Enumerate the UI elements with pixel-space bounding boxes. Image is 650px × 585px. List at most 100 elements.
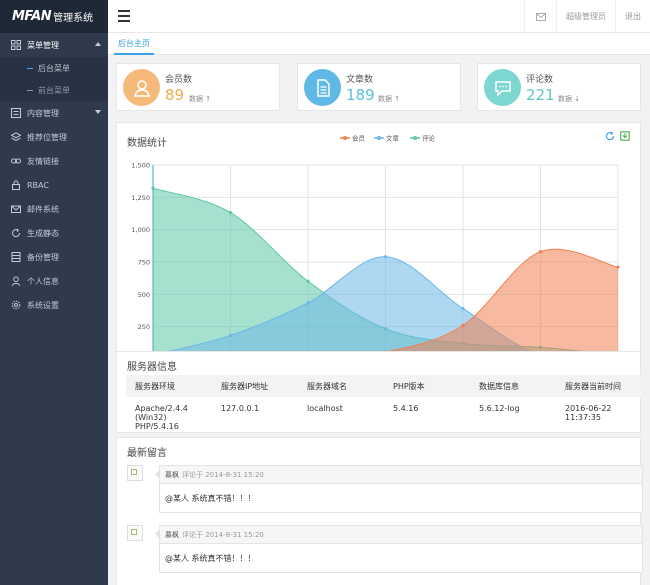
stat-sub: 数据 ↑ — [378, 95, 401, 103]
stat-label: 文章数 — [346, 75, 374, 85]
stat-sub-label: 数据 — [558, 95, 572, 103]
messages-title: 最新留言 — [127, 448, 167, 459]
sidebar-item-static[interactable]: 生成静态 — [0, 221, 108, 245]
sidebar-item-label: 生成静态 — [27, 228, 59, 238]
sidebar-item-menu[interactable]: 菜单管理 — [0, 33, 108, 57]
sidebar-item-label: 系统设置 — [27, 300, 59, 310]
server-info-title: 服务器信息 — [127, 362, 177, 373]
table-cell: Apache/2.4.4 (Win32) PHP/5.4.16 — [135, 404, 188, 431]
list-item: 慕枫 评论于 2014-8-31 15:20 @某人 系统真不错！！！ — [127, 525, 643, 573]
grid-icon — [10, 39, 22, 51]
message-author[interactable]: 慕枫 — [165, 531, 179, 539]
stat-label: 评论数 — [526, 75, 554, 85]
stat-value: 89 — [165, 86, 185, 104]
message-time: 评论于 2014-8-31 15:20 — [182, 471, 264, 479]
message-text: @某人 系统真不错！！！ — [165, 494, 256, 503]
data-point — [228, 333, 233, 338]
avatar — [127, 525, 143, 541]
chart-toolbox — [605, 131, 630, 141]
logout-button[interactable]: 退出 — [615, 0, 650, 33]
table-header-cell: 服务器环境 — [135, 381, 175, 391]
hamburger-menu-icon[interactable] — [118, 10, 130, 22]
sidebar-nav: 菜单管理 后台菜单 前台菜单 内容管理 推荐位管理 友情链接 RBAC 邮件系统… — [0, 33, 108, 317]
sidebar-subitem-backend-menu[interactable]: 后台菜单 — [0, 57, 108, 79]
data-point — [538, 250, 543, 254]
legend-marker — [377, 136, 381, 140]
stat-card-members: 会员数 89 数据 ↑ — [116, 63, 280, 111]
brand[interactable]: MFAN 管理系统 — [0, 0, 108, 33]
message-author[interactable]: 慕枫 — [165, 471, 179, 479]
sidebar-item-links[interactable]: 友情链接 — [0, 149, 108, 173]
brand-logo: MFAN — [12, 9, 52, 24]
table-header-cell: 服务器域名 — [307, 381, 347, 391]
table-cell: localhost — [307, 404, 343, 413]
sidebar-item-mail[interactable]: 邮件系统 — [0, 197, 108, 221]
y-tick-label: 1,250 — [131, 194, 150, 202]
database-icon — [10, 251, 22, 263]
y-tick-label: 750 — [138, 259, 150, 267]
list-icon — [10, 107, 22, 119]
y-tick-label: 1,500 — [131, 162, 150, 170]
sidebar-item-label: 邮件系统 — [27, 204, 59, 214]
dash-icon — [27, 67, 33, 69]
stat-label: 会员数 — [165, 75, 193, 85]
chat-icon — [494, 80, 511, 97]
latest-messages-panel: 最新留言 慕枫 评论于 2014-8-31 15:20 @某人 系统真不错！！！ … — [116, 437, 643, 585]
legend-label: 评论 — [422, 134, 436, 143]
sidebar-item-profile[interactable]: 个人信息 — [0, 269, 108, 293]
sidebar-item-label: 备份管理 — [27, 252, 59, 262]
sidebar-item-label: 友情链接 — [27, 156, 59, 166]
tab-home[interactable]: 后台主页 — [114, 33, 154, 55]
user-menu-button[interactable]: 超级管理员 — [556, 0, 615, 33]
dash-icon — [27, 89, 33, 91]
user-icon — [10, 275, 22, 287]
save-icon[interactable] — [620, 131, 630, 141]
refresh-icon[interactable] — [605, 131, 615, 141]
sidebar-item-settings[interactable]: 系统设置 — [0, 293, 108, 317]
main-content: 会员数 89 数据 ↑ 文章数 189 数据 ↑ 评论数 221 数据 ↓ 02… — [108, 56, 650, 585]
envelope-icon — [535, 12, 546, 21]
avatar — [127, 465, 143, 481]
stat-sub-label: 数据 — [189, 95, 203, 103]
y-tick-label: 1,000 — [131, 226, 150, 234]
data-point — [461, 306, 465, 311]
stat-sub: 数据 ↓ — [558, 95, 581, 103]
server-table-header: 服务器环境 服务器IP地址 服务器域名 PHP版本 数据库信息 服务器当前时间 — [126, 375, 642, 397]
sidebar-item-label: RBAC — [27, 180, 49, 190]
table-row: Apache/2.4.4 (Win32) PHP/5.4.16 127.0.0.… — [126, 398, 642, 431]
chevron-down-icon — [95, 110, 101, 114]
link-icon — [10, 155, 22, 167]
sidebar-subitem-label: 后台菜单 — [38, 63, 70, 73]
header-actions: 超级管理员 退出 — [524, 0, 650, 33]
gear-icon — [10, 299, 22, 311]
data-point — [461, 323, 465, 327]
message-bubble: 慕枫 评论于 2014-8-31 15:20 @某人 系统真不错！！！ — [159, 525, 643, 573]
layers-icon — [10, 131, 22, 143]
stat-icon-circle — [304, 69, 341, 106]
list-item: 慕枫 评论于 2014-8-31 15:20 @某人 系统真不错！！！ — [127, 465, 643, 513]
data-point — [228, 210, 233, 215]
top-header: 超级管理员 退出 — [108, 0, 650, 33]
sidebar-item-content[interactable]: 内容管理 — [0, 101, 108, 125]
refresh-icon — [10, 227, 22, 239]
sidebar-item-recommend[interactable]: 推荐位管理 — [0, 125, 108, 149]
y-tick-label: 500 — [138, 291, 150, 299]
mail-button[interactable] — [524, 0, 556, 33]
legend-marker — [343, 136, 347, 140]
sidebar-subitem-frontend-menu[interactable]: 前台菜单 — [0, 79, 108, 101]
stat-value: 221 — [526, 86, 555, 104]
stat-icon-circle — [484, 69, 521, 106]
document-icon — [316, 78, 330, 97]
stat-card-articles: 文章数 189 数据 ↑ — [297, 63, 461, 111]
stat-sub: 数据 ↑ — [189, 95, 212, 103]
message-meta: 慕枫 评论于 2014-8-31 15:20 — [160, 466, 642, 484]
data-point — [151, 186, 155, 190]
legend-label: 会员 — [352, 134, 366, 143]
sidebar-item-rbac[interactable]: RBAC — [0, 173, 108, 197]
data-point — [616, 265, 620, 269]
server-info-panel: 服务器信息 服务器环境 服务器IP地址 服务器域名 PHP版本 数据库信息 服务… — [116, 351, 642, 433]
stat-icon-circle — [123, 69, 160, 106]
sidebar-item-backup[interactable]: 备份管理 — [0, 245, 108, 269]
data-point — [306, 301, 310, 305]
message-time: 评论于 2014-8-31 15:20 — [182, 531, 264, 539]
